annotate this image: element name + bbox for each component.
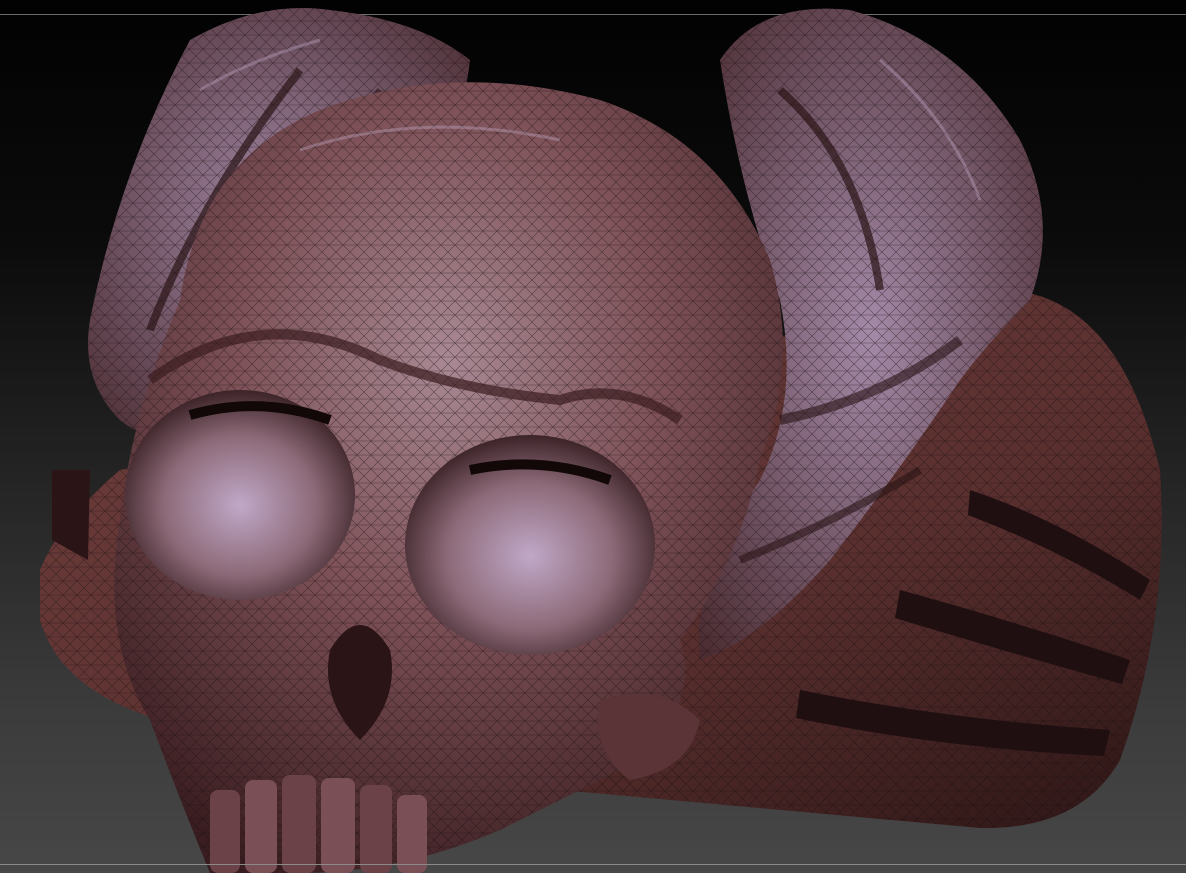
canvas-frame-bottom-line (0, 864, 1186, 865)
sculpt-viewport[interactable] (0, 0, 1186, 873)
skull (114, 82, 783, 873)
sculpt-mesh-render[interactable] (0, 0, 1186, 873)
